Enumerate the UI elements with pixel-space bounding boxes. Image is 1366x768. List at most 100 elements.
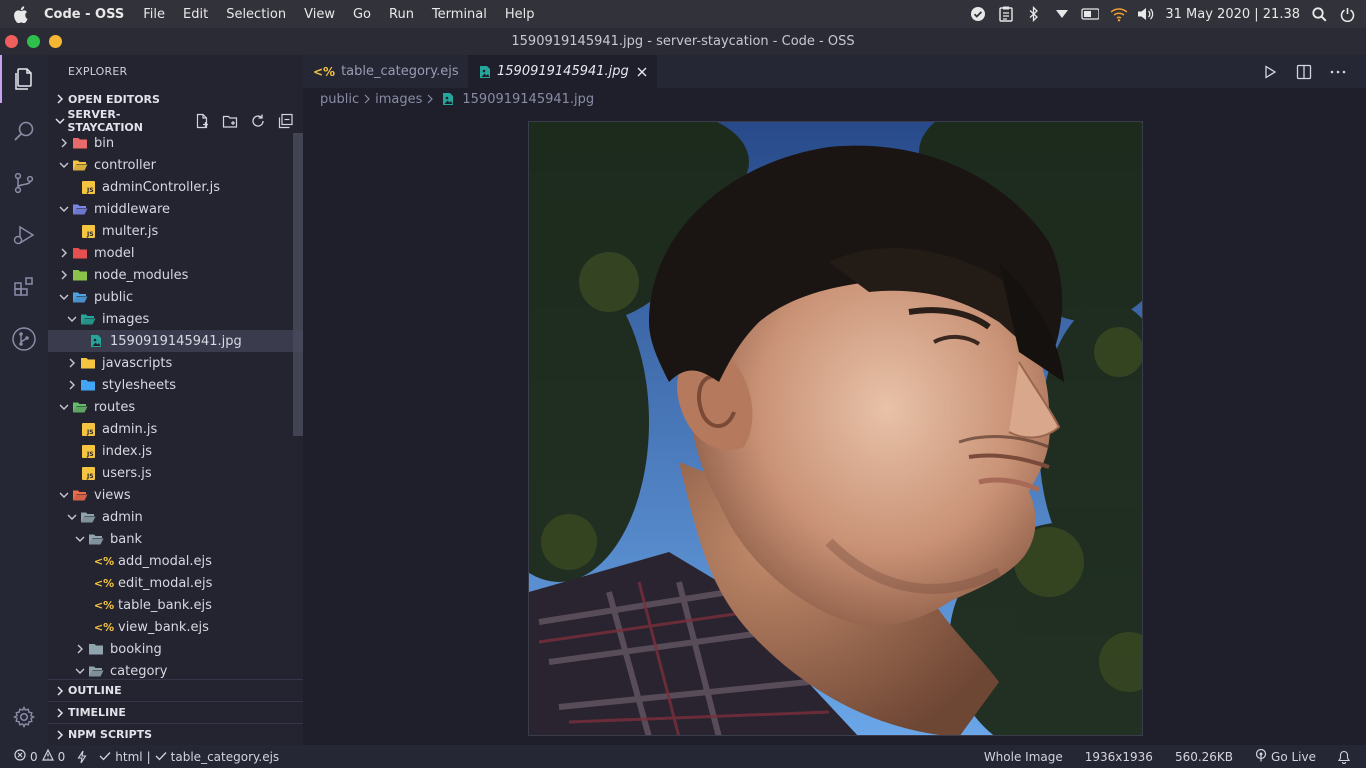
image-file-icon <box>442 92 454 106</box>
menu-file[interactable]: File <box>134 7 174 22</box>
chevron-right-icon <box>52 685 68 696</box>
menu-run[interactable]: Run <box>380 7 423 22</box>
folder-item[interactable]: admin <box>48 506 303 528</box>
tree-item-label: edit_modal.ejs <box>118 575 213 591</box>
tree-item-label: adminController.js <box>102 179 221 195</box>
project-section[interactable]: SERVER-STAYCATION <box>48 108 303 134</box>
file-item[interactable]: <% add_modal.ejs <box>48 550 303 572</box>
breadcrumb-item[interactable]: 1590919145941.jpg <box>462 92 594 107</box>
file-item[interactable]: JS adminController.js <box>48 176 303 198</box>
outline-section[interactable]: OUTLINE <box>48 679 303 701</box>
tree-item-label: booking <box>110 641 162 657</box>
chevron-right-icon <box>426 94 434 104</box>
js-file-icon: JS <box>80 465 96 481</box>
run-icon[interactable] <box>1260 62 1280 82</box>
go-live-button[interactable]: Go Live <box>1249 748 1322 765</box>
dropdown-triangle-icon[interactable] <box>1053 5 1071 23</box>
tree-item-label: table_bank.ejs <box>118 597 212 613</box>
bell-icon[interactable] <box>1332 750 1356 764</box>
npm-scripts-section[interactable]: NPM SCRIPTS <box>48 723 303 745</box>
file-item[interactable]: JS admin.js <box>48 418 303 440</box>
collapse-all-icon[interactable] <box>276 112 295 131</box>
close-icon[interactable] <box>637 67 647 77</box>
git-graph-icon[interactable] <box>0 315 48 363</box>
timeline-section[interactable]: TIMELINE <box>48 701 303 723</box>
tree-item-label: views <box>94 487 131 503</box>
breadcrumb-item[interactable]: public <box>320 92 359 107</box>
search-icon[interactable] <box>0 107 48 155</box>
power-icon[interactable] <box>1338 5 1356 23</box>
folder-item[interactable]: booking <box>48 638 303 660</box>
menu-edit[interactable]: Edit <box>174 7 217 22</box>
split-editor-icon[interactable] <box>1294 62 1314 82</box>
search-icon[interactable] <box>1310 5 1328 23</box>
folder-item[interactable]: images <box>48 308 303 330</box>
folder-item[interactable]: public <box>48 286 303 308</box>
chevron-right-icon <box>56 270 72 280</box>
volume-icon[interactable] <box>1137 5 1155 23</box>
open-editors-section[interactable]: OPEN EDITORS <box>48 88 303 110</box>
menu-terminal[interactable]: Terminal <box>423 7 496 22</box>
file-item[interactable]: <% view_bank.ejs <box>48 616 303 638</box>
bluetooth-icon[interactable] <box>1025 5 1043 23</box>
file-item[interactable]: JS multer.js <box>48 220 303 242</box>
file-item[interactable]: 1590919145941.jpg <box>48 330 303 352</box>
folder-item[interactable]: model <box>48 242 303 264</box>
language-label: html <box>115 749 143 764</box>
more-actions-icon[interactable] <box>1328 62 1348 82</box>
apple-icon[interactable] <box>0 5 40 23</box>
clock[interactable]: 31 May 2020 | 21.38 <box>1165 7 1300 22</box>
sidebar-scrollbar[interactable] <box>293 133 303 436</box>
go-live-label: Go Live <box>1271 749 1316 764</box>
folder-item[interactable]: bin <box>48 132 303 154</box>
menu-help[interactable]: Help <box>496 7 544 22</box>
js-file-icon: JS <box>80 421 96 437</box>
file-item[interactable]: <% table_bank.ejs <box>48 594 303 616</box>
extensions-icon[interactable] <box>0 263 48 311</box>
run-debug-icon[interactable] <box>0 211 48 259</box>
image-preview[interactable] <box>528 121 1143 736</box>
menu-selection[interactable]: Selection <box>217 7 295 22</box>
folder-item[interactable]: stylesheets <box>48 374 303 396</box>
window-minimize-button[interactable] <box>49 35 62 48</box>
app-name[interactable]: Code - OSS <box>40 7 134 22</box>
tab-image-file[interactable]: 1590919145941.jpg <box>469 55 657 88</box>
folder-item[interactable]: bank <box>48 528 303 550</box>
battery-icon[interactable] <box>1081 5 1100 23</box>
explorer-files-icon[interactable] <box>0 55 48 103</box>
folder-item[interactable]: node_modules <box>48 264 303 286</box>
folder-icon <box>72 267 88 283</box>
zoom-level[interactable]: Whole Image <box>978 750 1069 764</box>
file-item[interactable]: JS users.js <box>48 462 303 484</box>
lightning-icon[interactable] <box>71 750 93 764</box>
refresh-icon[interactable] <box>248 112 267 131</box>
menu-go[interactable]: Go <box>344 7 380 22</box>
tab-table-category[interactable]: <% table_category.ejs <box>303 55 469 88</box>
breadcrumb-item[interactable]: images <box>375 92 422 107</box>
folder-icon <box>80 377 96 393</box>
emmet-language-indicator[interactable]: html | table_category.ejs <box>93 750 285 764</box>
window-close-button[interactable] <box>5 35 18 48</box>
chevron-down-icon <box>56 292 72 302</box>
svg-text:JS: JS <box>86 429 94 436</box>
file-item[interactable]: JS index.js <box>48 440 303 462</box>
folder-item[interactable]: middleware <box>48 198 303 220</box>
new-file-icon[interactable] <box>192 112 211 131</box>
chevron-down-icon <box>64 314 80 324</box>
clipboard-icon[interactable] <box>997 5 1015 23</box>
check-circle-icon[interactable] <box>969 5 987 23</box>
breadcrumb: public images 1590919145941.jpg <box>303 88 1366 110</box>
explorer-sidebar: EXPLORER OPEN EDITORS SERVER-STAYCATION … <box>48 55 303 745</box>
source-control-icon[interactable] <box>0 159 48 207</box>
folder-item[interactable]: controller <box>48 154 303 176</box>
new-folder-icon[interactable] <box>220 112 239 131</box>
gear-icon[interactable] <box>0 693 48 741</box>
window-maximize-button[interactable] <box>27 35 40 48</box>
folder-item[interactable]: views <box>48 484 303 506</box>
folder-item[interactable]: routes <box>48 396 303 418</box>
wifi-icon[interactable] <box>1109 5 1128 23</box>
menu-view[interactable]: View <box>295 7 344 22</box>
folder-item[interactable]: javascripts <box>48 352 303 374</box>
file-item[interactable]: <% edit_modal.ejs <box>48 572 303 594</box>
problems-indicator[interactable]: 0 0 <box>0 748 71 764</box>
